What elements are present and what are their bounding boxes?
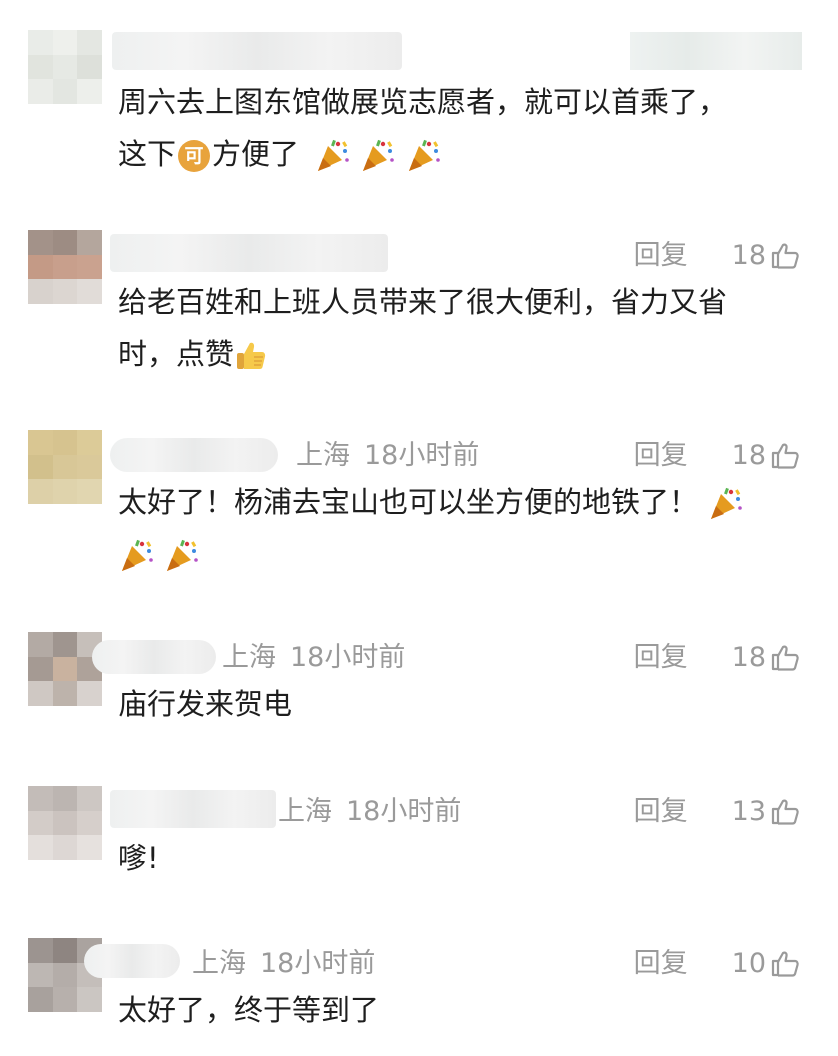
thumbs-up-icon [771,799,799,825]
comment-meta: 上海 18小时前 [222,638,405,678]
thumbs-up-emoji-icon [237,342,266,369]
party-popper-icon [122,539,153,571]
comment-text: 太好了，终于等到了 [118,984,808,1036]
like-count: 18 [731,642,766,673]
location-label: 上海 [296,440,350,471]
comment-text-segment: 方便了 [212,137,300,171]
party-popper-icon [167,539,199,571]
location-label: 上海 [278,796,332,827]
avatar[interactable] [28,230,102,304]
comment-text-line: 庙行发来贺电 [118,687,293,721]
party-popper-icon [711,487,743,519]
comment-text-line: 太好了！杨浦去宝山也可以坐方便的地铁了！ [118,476,818,528]
comment-text: 给老百姓和上班人员带来了很大便利，省力又省 时，点赞 [118,276,808,380]
location-label: 上海 [192,948,246,979]
comment-text: 周六去上图东馆做展览志愿者，就可以首乘了， 这下可方便了 [118,76,808,180]
comment-actions: 回复 18 [634,236,800,276]
like-count: 13 [731,796,766,827]
comment-text: 嗲! [118,832,808,884]
time-label: 18小时前 [260,948,376,979]
location-label: 上海 [222,642,276,673]
comment-text-line: 时，点赞 [118,328,808,380]
like-count: 18 [731,440,766,471]
username-blurred[interactable] [112,32,402,70]
party-popper-icon [363,139,395,171]
party-popper-icon [408,139,440,171]
comment-actions: 回复 10 [634,944,800,984]
reply-button[interactable]: 回复 [634,944,688,984]
reply-button[interactable]: 回复 [634,638,688,678]
comment-actions: 回复 18 [634,638,800,678]
comment-meta: 上海 18小时前 [192,944,375,984]
thumbs-up-icon [771,951,799,977]
comment-text-segment: 太好了！杨浦去宝山也可以坐方便的地铁了！ [118,485,699,519]
comment-text-line: 周六去上图东馆做展览志愿者，就可以首乘了， [118,85,728,119]
comment-text-line: 太好了，终于等到了 [118,993,380,1027]
comment-text-line: 嗲! [118,841,159,875]
like-count: 18 [731,240,766,271]
username-blurred[interactable] [110,790,276,828]
like-count: 10 [731,948,766,979]
thumbs-up-icon [771,443,799,469]
comment-text-line [118,528,818,580]
avatar[interactable] [28,632,102,706]
like-button[interactable]: 18 [732,638,800,678]
time-label: 18小时前 [290,642,406,673]
like-button[interactable]: 18 [732,236,800,276]
reply-button[interactable]: 回复 [634,792,688,832]
comment-text: 庙行发来贺电 [118,678,808,730]
thumbs-up-icon [771,645,799,671]
like-button[interactable]: 13 [732,792,800,832]
comment-text-segment: 时，点赞 [118,337,235,371]
like-button[interactable]: 10 [732,944,800,984]
username-blurred[interactable] [110,438,278,472]
comment-text-segment: 这下 [118,137,177,171]
comment-actions: 回复 18 [634,436,800,476]
comment-text: 太好了！杨浦去宝山也可以坐方便的地铁了！ [118,476,818,580]
coin-icon: 可 [178,140,211,172]
thumbs-up-icon [771,243,799,269]
username-blurred[interactable] [92,640,216,674]
avatar[interactable] [28,786,102,860]
comment-meta: 上海 18小时前 [296,436,479,476]
avatar[interactable] [28,430,102,504]
username-blurred[interactable] [110,234,388,272]
comment-text-line: 这下可方便了 [118,128,808,180]
comment-meta: 上海 18小时前 [278,792,461,832]
comment-actions: 回复 13 [634,792,800,832]
like-button[interactable]: 18 [732,436,800,476]
time-label: 18小时前 [346,796,462,827]
party-popper-icon [318,139,350,171]
username-blurred[interactable] [84,944,180,978]
reply-button[interactable]: 回复 [634,236,688,276]
avatar[interactable] [28,30,102,104]
comment-text-line: 给老百姓和上班人员带来了很大便利，省力又省 [118,285,728,319]
reply-button[interactable]: 回复 [634,436,688,476]
meta-blurred [630,32,802,70]
time-label: 18小时前 [364,440,480,471]
